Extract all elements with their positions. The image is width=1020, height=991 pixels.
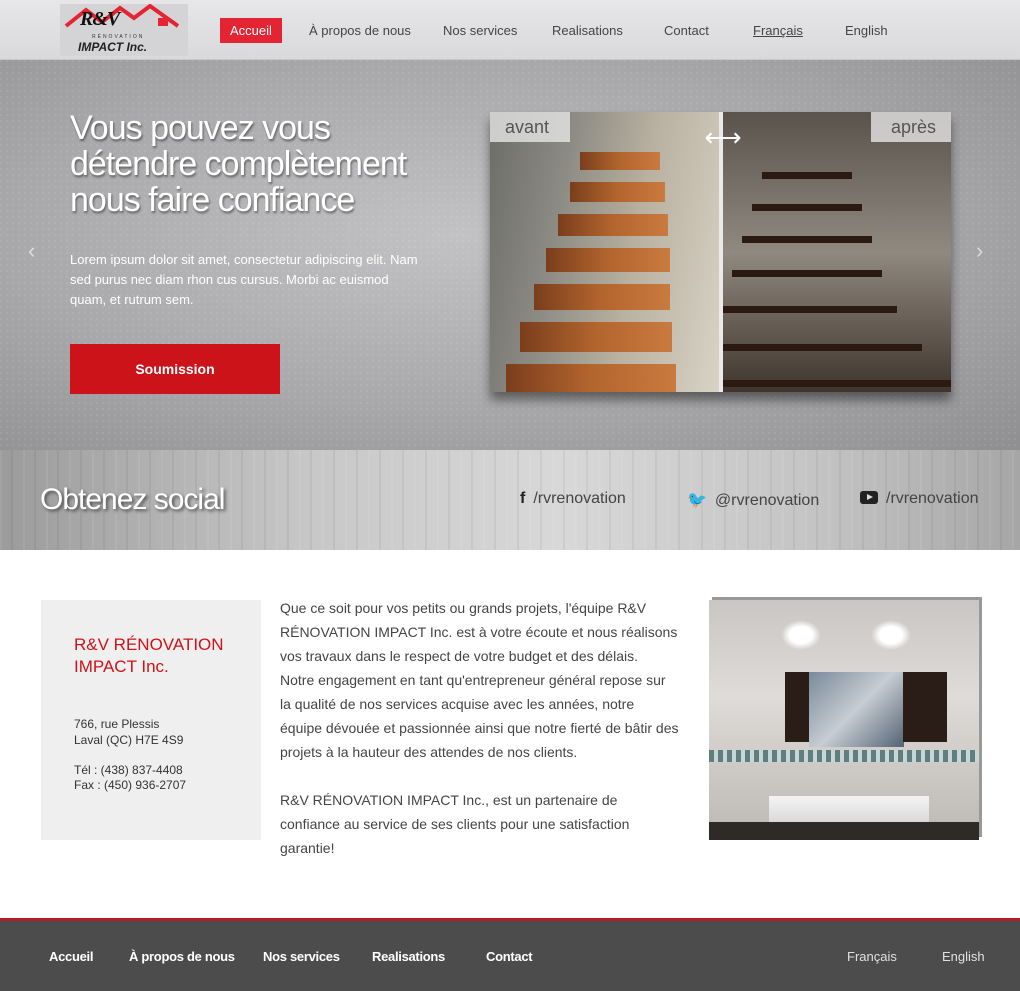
twitter-icon: 🐦 — [687, 492, 707, 509]
hero-slider: ‹ › Vous pouvez vous détendre complèteme… — [0, 60, 1020, 450]
about-paragraph-1: Que ce soit pour vos petits ou grands pr… — [280, 600, 678, 664]
before-photo — [490, 112, 720, 392]
slider-divider[interactable] — [719, 112, 723, 392]
footer-nav-a-propos[interactable]: À propos de nous — [129, 949, 235, 964]
youtube-link[interactable]: /rvrenovation — [860, 490, 979, 514]
footer-nav-accueil[interactable]: Accueil — [49, 949, 93, 964]
after-label: après — [871, 112, 951, 142]
facebook-handle: /rvrenovation — [533, 490, 626, 507]
twitter-link[interactable]: 🐦 @rvrenovation — [687, 490, 819, 514]
social-title: Obtenez social — [40, 483, 225, 516]
hero-text: Lorem ipsum dolor sit amet, consectetur … — [70, 252, 418, 307]
nav-a-propos[interactable]: À propos de nous — [309, 18, 411, 43]
social-strip: Obtenez social f/rvrenovation 🐦 @rvrenova… — [0, 450, 1020, 550]
footer-nav-realisations[interactable]: Realisations — [372, 949, 445, 964]
address-street: 766, rue Plessis — [74, 717, 160, 731]
logo-brand: R&V — [80, 8, 120, 30]
youtube-icon — [860, 491, 878, 504]
contact-box: R&V RÉNOVATION IMPACT Inc. 766, rue Ples… — [41, 600, 261, 840]
phone-number[interactable]: Tél : (438) 837-4408 — [74, 763, 186, 778]
soumission-button[interactable]: Soumission — [70, 344, 280, 394]
nav-services[interactable]: Nos services — [443, 18, 517, 43]
nav-realisations[interactable]: Realisations — [552, 18, 623, 43]
site-header: R&V RÉNOVATION IMPACT Inc. Accueil À pro… — [0, 0, 1020, 60]
facebook-link[interactable]: f/rvrenovation — [520, 490, 626, 514]
youtube-handle: /rvrenovation — [886, 490, 979, 507]
lang-english[interactable]: English — [845, 18, 888, 43]
about-paragraph-3: R&V RÉNOVATION IMPACT Inc., est un parte… — [280, 792, 630, 856]
about-text: Que ce soit pour vos petits ou grands pr… — [280, 596, 680, 884]
prev-arrow-icon[interactable]: ‹ — [28, 238, 35, 264]
fax-number: Fax : (450) 936-2707 — [74, 778, 187, 792]
footer-lang-francais[interactable]: Français — [847, 949, 897, 964]
footer-nav-contact[interactable]: Contact — [486, 949, 533, 964]
before-after-slider[interactable]: ⟷ avant après — [490, 112, 951, 392]
address-city: Laval (QC) H7E 4S9 — [74, 733, 184, 747]
site-footer: Accueil À propos de nous Nos services Re… — [0, 918, 1020, 991]
drag-arrows-icon[interactable]: ⟷ — [690, 122, 756, 152]
footer-nav-services[interactable]: Nos services — [263, 949, 340, 964]
before-label: avant — [490, 112, 570, 142]
hero-title: Vous pouvez vous détendre complètement n… — [70, 109, 407, 219]
facebook-icon: f — [520, 490, 526, 507]
twitter-handle: @rvrenovation — [714, 492, 820, 509]
company-name: R&V RÉNOVATION IMPACT Inc. — [74, 635, 224, 676]
logo-name: IMPACT Inc. — [78, 40, 148, 54]
nav-accueil[interactable]: Accueil — [220, 18, 282, 43]
lang-francais[interactable]: Français — [753, 18, 803, 43]
bathroom-photo — [709, 600, 979, 840]
nav-contact[interactable]: Contact — [664, 18, 709, 43]
footer-lang-english[interactable]: English — [942, 949, 985, 964]
about-paragraph-2: Notre engagement en tant qu'entrepreneur… — [280, 672, 679, 760]
logo[interactable]: R&V RÉNOVATION IMPACT Inc. — [60, 4, 188, 56]
address: 766, rue Plessis Laval (QC) H7E 4S9 — [74, 716, 183, 748]
phone-info: Tél : (438) 837-4408 Fax : (450) 936-270… — [74, 763, 186, 793]
next-arrow-icon[interactable]: › — [976, 238, 983, 264]
after-photo — [722, 112, 951, 392]
